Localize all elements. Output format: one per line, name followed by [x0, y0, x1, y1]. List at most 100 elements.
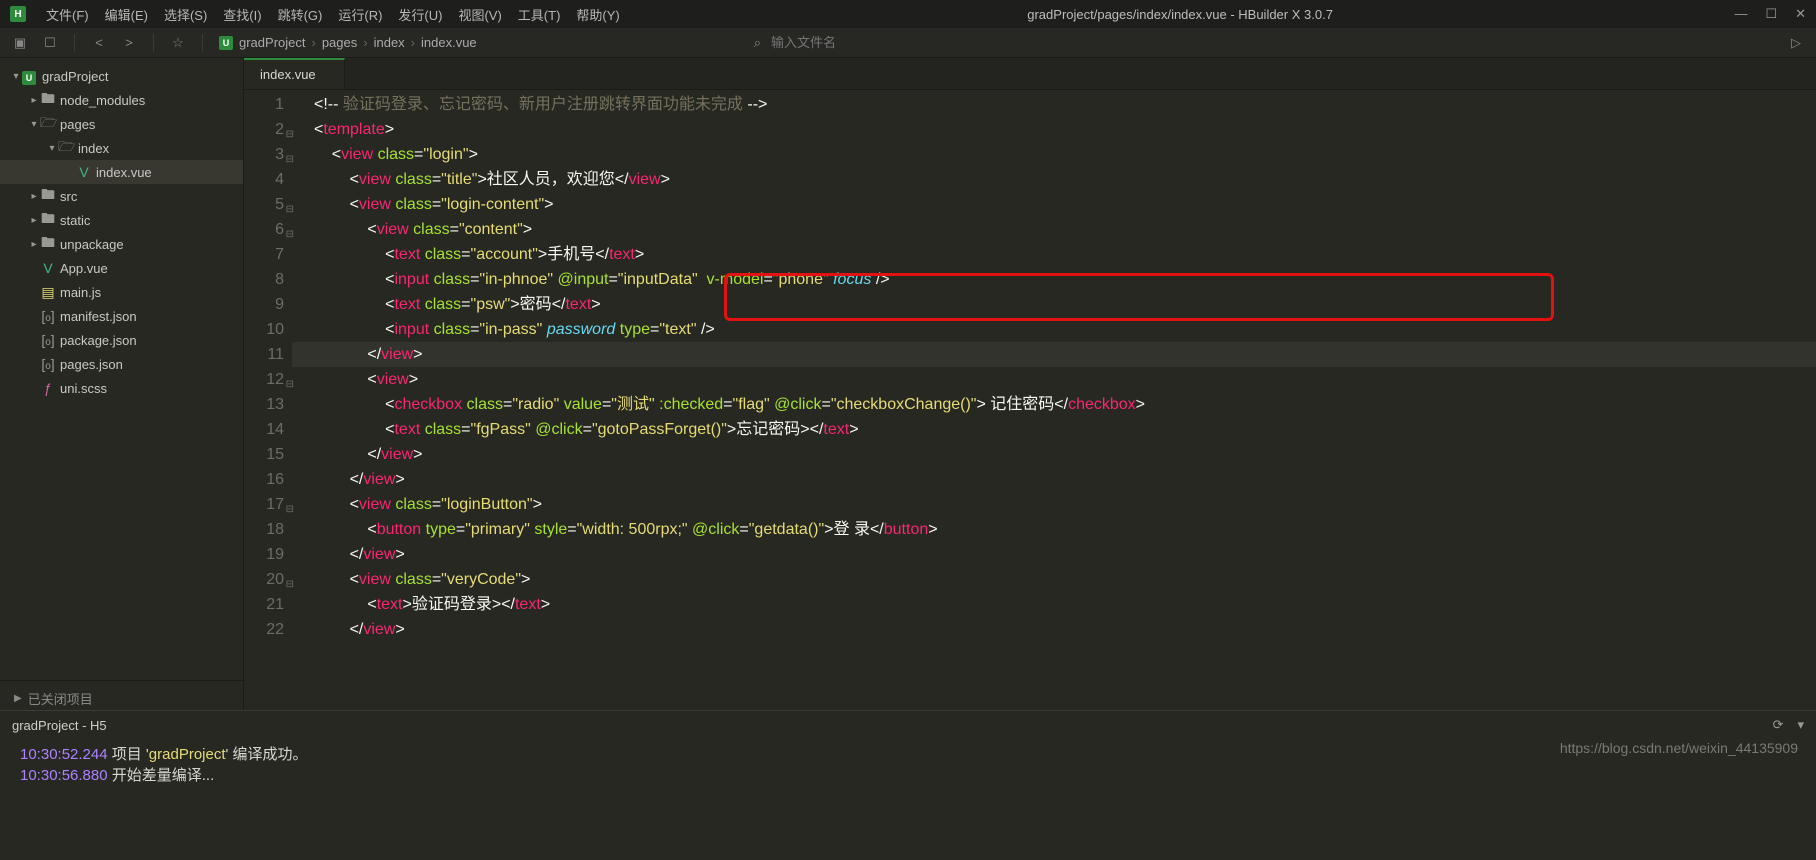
- tree-item-label: App.vue: [60, 261, 108, 276]
- tree-item-label: gradProject: [42, 69, 108, 84]
- save-icon[interactable]: ☐: [42, 35, 58, 51]
- nav-back-icon[interactable]: <: [91, 35, 107, 50]
- project-icon: U: [219, 36, 233, 50]
- tree-item[interactable]: ▸🖿 src: [0, 184, 243, 208]
- tree-item-label: static: [60, 213, 90, 228]
- vue-icon: V: [76, 164, 92, 180]
- js-icon: ▤: [40, 284, 56, 301]
- tree-item[interactable]: ▤ main.js: [0, 280, 243, 304]
- app-icon: U: [22, 68, 38, 85]
- tree-item[interactable]: [o] manifest.json: [0, 304, 243, 328]
- console-output[interactable]: 10:30:52.244 项目 'gradProject' 编译成功。10:30…: [0, 739, 1816, 860]
- window-title: gradProject/pages/index/index.vue - HBui…: [626, 7, 1735, 22]
- menu-item[interactable]: 跳转(G): [272, 3, 329, 26]
- tree-item[interactable]: ▾🗁 pages: [0, 112, 243, 136]
- tree-arrow-icon[interactable]: ▸: [28, 239, 40, 250]
- tree-item[interactable]: [o] pages.json: [0, 352, 243, 376]
- console-collapse-icon[interactable]: ▾: [1797, 717, 1804, 733]
- breadcrumb-item[interactable]: pages: [322, 35, 357, 50]
- json-icon: [o]: [40, 308, 56, 324]
- tree-item-label: node_modules: [60, 93, 145, 108]
- tree-item-label: index.vue: [96, 165, 152, 180]
- tree-arrow-icon[interactable]: [64, 167, 76, 178]
- tree-item[interactable]: Vindex.vue: [0, 160, 243, 184]
- tree-item-label: main.js: [60, 285, 101, 300]
- tree-arrow-icon[interactable]: ▾: [46, 143, 58, 154]
- closed-projects-label: 已关闭项目: [28, 689, 93, 708]
- folder-open-icon: 🗁: [58, 136, 74, 160]
- json-icon: [o]: [40, 356, 56, 372]
- sidebar: ▾UgradProject▸🖿node_modules▾🗁pages▾🗁inde…: [0, 58, 244, 710]
- toolbar-separator: [202, 34, 203, 52]
- tree-arrow-icon[interactable]: [28, 263, 40, 274]
- preview-icon[interactable]: ▷: [1788, 35, 1804, 51]
- tree-item-label: pages.json: [60, 357, 123, 372]
- menu-item[interactable]: 帮助(Y): [570, 3, 625, 26]
- toolbar: ▣ ☐ < > ☆ U gradProject › pages › index …: [0, 28, 1816, 58]
- tree-arrow-icon[interactable]: [28, 383, 40, 394]
- tree-arrow-icon[interactable]: ▸: [28, 191, 40, 202]
- tree-arrow-icon[interactable]: [28, 311, 40, 322]
- maximize-icon[interactable]: ☐: [1765, 6, 1777, 22]
- tab-index-vue[interactable]: index.vue: [244, 58, 345, 89]
- editor-area: index.vue 12⊟3⊟45⊟6⊟789101112⊟1314151617…: [244, 58, 1816, 710]
- tree-item[interactable]: ▸🖿 node_modules: [0, 88, 243, 112]
- app-logo-icon: H: [10, 6, 26, 22]
- tree-item[interactable]: VApp.vue: [0, 256, 243, 280]
- menu-item[interactable]: 文件(F): [40, 3, 95, 26]
- breadcrumb-item[interactable]: gradProject: [239, 35, 305, 50]
- tree-item-label: uni.scss: [60, 381, 107, 396]
- nav-forward-icon[interactable]: >: [121, 35, 137, 50]
- favorite-icon[interactable]: ☆: [170, 35, 186, 51]
- tabbar: index.vue: [244, 58, 1816, 90]
- titlebar: H 文件(F)编辑(E)选择(S)查找(I)跳转(G)运行(R)发行(U)视图(…: [0, 0, 1816, 28]
- chevron-right-icon: ›: [311, 35, 315, 50]
- watermark-text: https://blog.csdn.net/weixin_44135909: [1560, 740, 1798, 756]
- tree-item-label: manifest.json: [60, 309, 137, 324]
- folder-icon: 🖿: [40, 88, 56, 112]
- tree-item[interactable]: ▾🗁 index: [0, 136, 243, 160]
- chevron-right-icon: ▶: [14, 693, 22, 704]
- search-icon: ⌕: [754, 35, 761, 51]
- closed-projects[interactable]: ▶ 已关闭项目: [0, 680, 243, 710]
- tree-arrow-icon[interactable]: ▾: [10, 71, 22, 82]
- json-icon: [o]: [40, 332, 56, 348]
- breadcrumb: U gradProject › pages › index › index.vu…: [219, 35, 477, 50]
- breadcrumb-item[interactable]: index: [374, 35, 405, 50]
- minimize-icon[interactable]: —: [1734, 6, 1747, 22]
- code-editor[interactable]: 12⊟3⊟45⊟6⊟789101112⊟1314151617⊟181920⊟21…: [244, 90, 1816, 710]
- chevron-right-icon: ›: [363, 35, 367, 50]
- tree-item-label: pages: [60, 117, 95, 132]
- tree-item[interactable]: ▾UgradProject: [0, 64, 243, 88]
- folder-icon: 🖿: [40, 184, 56, 208]
- tree-item[interactable]: ▸🖿static: [0, 208, 243, 232]
- tree-item[interactable]: [o]package.json: [0, 328, 243, 352]
- tree-arrow-icon[interactable]: [28, 335, 40, 346]
- tree-arrow-icon[interactable]: ▸: [28, 215, 40, 226]
- tree-arrow-icon[interactable]: [28, 359, 40, 370]
- tree-item[interactable]: ▸🖿unpackage: [0, 232, 243, 256]
- code-content[interactable]: <!-- 验证码登录、忘记密码、新用户注册跳转界面功能未完成 --><templ…: [292, 90, 1145, 710]
- folder-open-icon: 🗁: [40, 112, 56, 136]
- tree-arrow-icon[interactable]: ▸: [28, 95, 40, 106]
- tree-item[interactable]: ƒuni.scss: [0, 376, 243, 400]
- tree-item-label: src: [60, 189, 77, 204]
- menu-item[interactable]: 编辑(E): [99, 3, 154, 26]
- menu-item[interactable]: 发行(U): [392, 3, 448, 26]
- menu-item[interactable]: 查找(I): [217, 3, 267, 26]
- console-refresh-icon[interactable]: ⟳: [1773, 717, 1784, 733]
- menu-item[interactable]: 视图(V): [452, 3, 507, 26]
- close-icon[interactable]: ✕: [1795, 6, 1806, 22]
- tree-arrow-icon[interactable]: ▾: [28, 119, 40, 130]
- toolbar-separator: [74, 34, 75, 52]
- new-file-icon[interactable]: ▣: [12, 35, 28, 51]
- tree-item-label: unpackage: [60, 237, 124, 252]
- menu-item[interactable]: 工具(T): [512, 3, 567, 26]
- menu-item[interactable]: 运行(R): [332, 3, 388, 26]
- breadcrumb-item[interactable]: index.vue: [421, 35, 477, 50]
- chevron-right-icon: ›: [411, 35, 415, 50]
- tree-item-label: index: [78, 141, 109, 156]
- search-input[interactable]: [771, 35, 951, 50]
- menu-item[interactable]: 选择(S): [158, 3, 213, 26]
- tree-arrow-icon[interactable]: [28, 287, 40, 298]
